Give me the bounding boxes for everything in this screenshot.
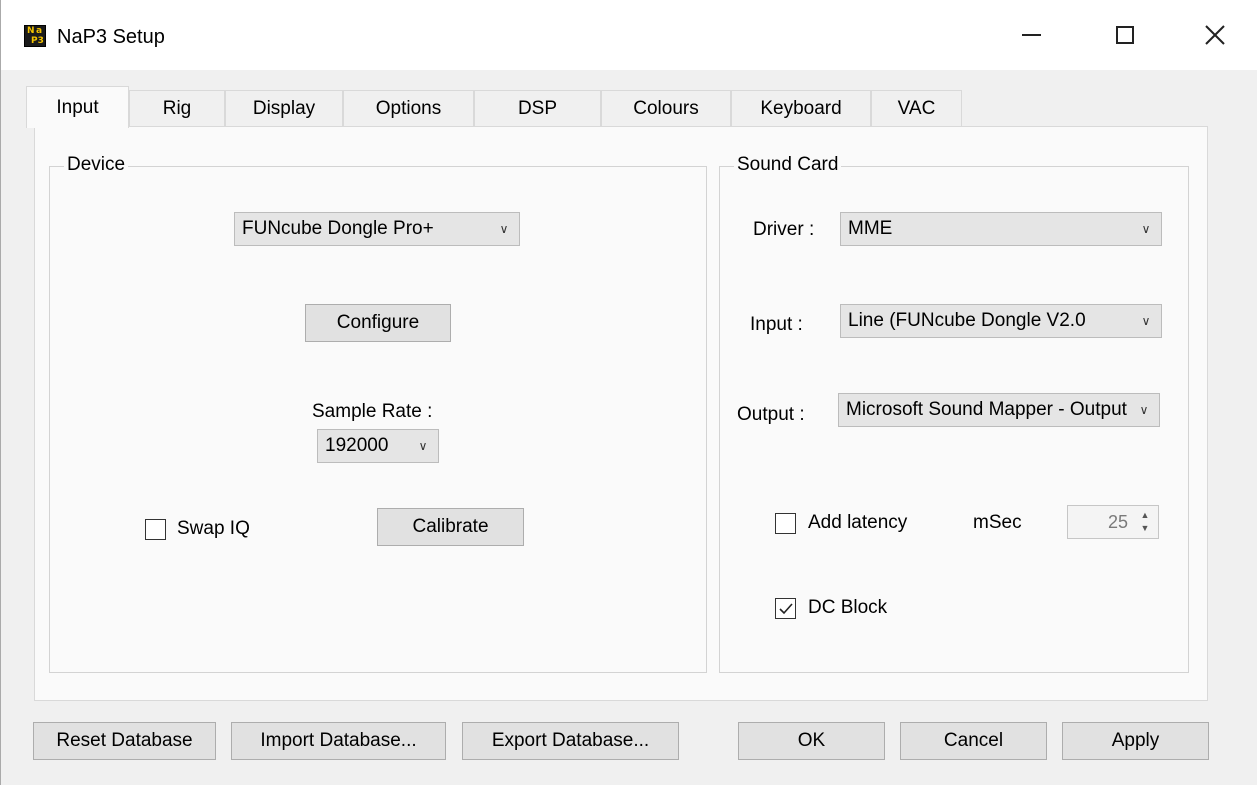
device-group: Device FUNcube Dongle Pro+ ∨ Configure S… (49, 154, 707, 673)
device-group-label: Device (64, 154, 129, 176)
tab-rig[interactable]: Rig (129, 90, 225, 127)
device-select[interactable]: FUNcube Dongle Pro+ ∨ (234, 212, 520, 246)
minimize-button[interactable] (1011, 18, 1051, 52)
export-database-button[interactable]: Export Database... (462, 722, 679, 760)
tab-dsp[interactable]: DSP (474, 90, 601, 127)
maximize-icon (1116, 26, 1134, 44)
driver-value: MME (848, 218, 893, 239)
close-button[interactable] (1195, 18, 1235, 52)
chevron-down-icon: ∨ (499, 222, 509, 236)
output-device-select[interactable]: Microsoft Sound Mapper - Output ∨ (838, 393, 1160, 427)
spin-down-icon[interactable]: ▼ (1135, 522, 1155, 535)
minimize-icon (1021, 34, 1041, 36)
output-label: Output : (737, 404, 805, 425)
sound-card-group: Sound Card Driver : MME ∨ Input : Line (… (719, 154, 1189, 673)
driver-select[interactable]: MME ∨ (840, 212, 1162, 246)
maximize-button[interactable] (1105, 18, 1145, 52)
chevron-down-icon: ∨ (1141, 314, 1151, 328)
nap3-app-icon: Na P3 (24, 25, 46, 47)
msec-label: mSec (973, 512, 1022, 533)
close-icon (1205, 25, 1225, 45)
window-title: NaP3 Setup (57, 26, 165, 48)
dc-block-label[interactable]: DC Block (808, 597, 887, 619)
title-bar[interactable]: Na P3 NaP3 Setup (1, 0, 1257, 70)
tab-display[interactable]: Display (225, 90, 343, 127)
device-select-value: FUNcube Dongle Pro+ (242, 218, 434, 239)
swap-iq-checkbox[interactable] (145, 519, 166, 540)
apply-button[interactable]: Apply (1062, 722, 1209, 760)
chevron-down-icon: ∨ (1141, 222, 1151, 236)
sound-card-group-label: Sound Card (734, 154, 842, 176)
sample-rate-label: Sample Rate : (312, 401, 433, 422)
latency-msec-value: 25 (1107, 512, 1128, 532)
chevron-down-icon: ∨ (1139, 403, 1149, 417)
swap-iq-label[interactable]: Swap IQ (177, 518, 250, 540)
latency-msec-spinner[interactable]: 25 ▲ ▼ (1067, 505, 1159, 539)
input-label: Input : (750, 314, 803, 335)
driver-label: Driver : (753, 219, 815, 240)
add-latency-label[interactable]: Add latency (808, 512, 907, 534)
spin-up-icon[interactable]: ▲ (1135, 509, 1155, 522)
configure-button[interactable]: Configure (305, 304, 451, 342)
spinner-arrows[interactable]: ▲ ▼ (1135, 509, 1155, 535)
sample-rate-value: 192000 (325, 435, 389, 456)
add-latency-checkbox[interactable] (775, 513, 796, 534)
input-device-value: Line (FUNcube Dongle V2.0 (848, 310, 1086, 331)
tab-vac[interactable]: VAC (871, 90, 962, 127)
ok-button[interactable]: OK (738, 722, 885, 760)
input-device-select[interactable]: Line (FUNcube Dongle V2.0 ∨ (840, 304, 1162, 338)
tab-options[interactable]: Options (343, 90, 474, 127)
tab-keyboard[interactable]: Keyboard (731, 90, 871, 127)
dc-block-checkbox[interactable] (775, 598, 796, 619)
cancel-button[interactable]: Cancel (900, 722, 1047, 760)
reset-database-button[interactable]: Reset Database (33, 722, 216, 760)
tab-colours[interactable]: Colours (601, 90, 731, 127)
output-device-value: Microsoft Sound Mapper - Output (846, 399, 1127, 420)
import-database-button[interactable]: Import Database... (231, 722, 446, 760)
setup-window: Na P3 NaP3 Setup Input Rig Display Option… (0, 0, 1257, 785)
chevron-down-icon: ∨ (418, 439, 428, 453)
tab-input[interactable]: Input (26, 86, 129, 128)
sample-rate-select[interactable]: 192000 ∨ (317, 429, 439, 463)
input-tab-panel: Device FUNcube Dongle Pro+ ∨ Configure S… (34, 126, 1208, 701)
checkmark-icon (779, 603, 793, 615)
calibrate-button[interactable]: Calibrate (377, 508, 524, 546)
